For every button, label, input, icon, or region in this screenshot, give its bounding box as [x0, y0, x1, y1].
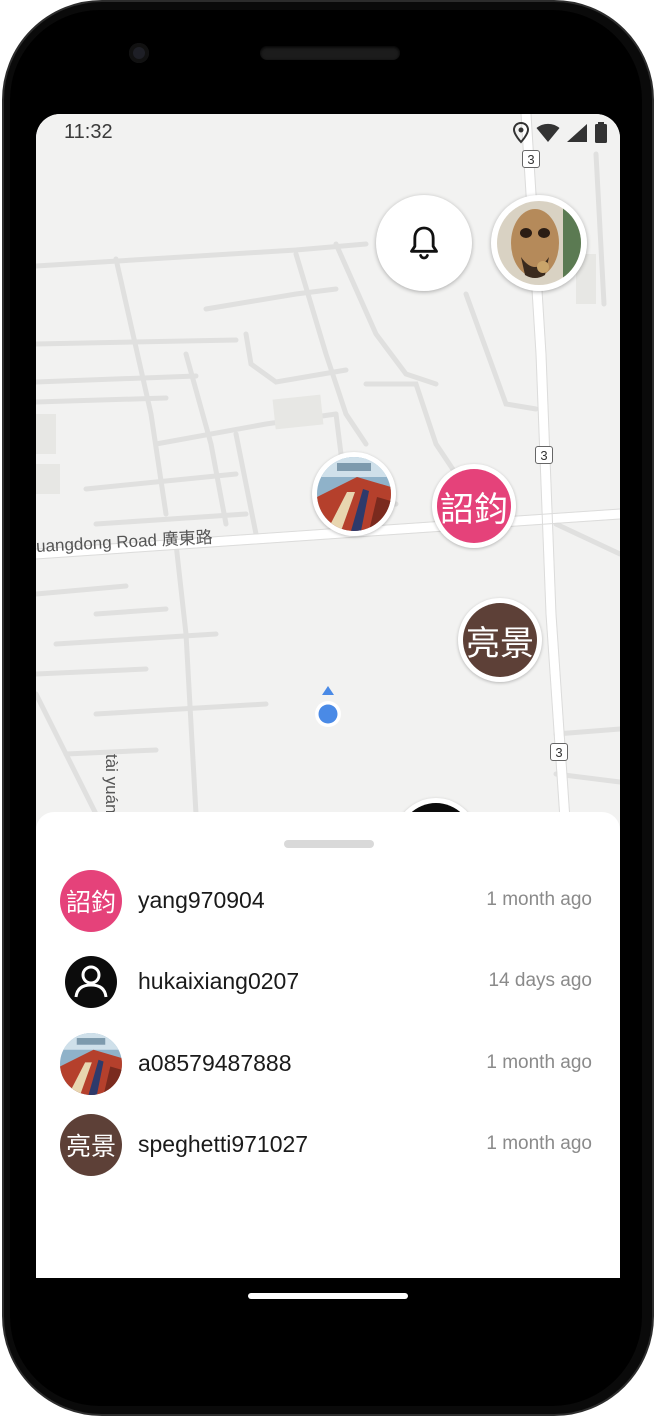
- route-shield: 3: [550, 743, 568, 761]
- map-marker-user[interactable]: 亮景: [458, 598, 542, 682]
- username: speghetti971027: [138, 1131, 309, 1157]
- profile-button[interactable]: [491, 195, 587, 291]
- route-shield: 3: [522, 150, 540, 168]
- map-marker-photo[interactable]: [312, 452, 396, 536]
- list-item[interactable]: hukaixiang0207 14 days ago: [36, 942, 620, 1022]
- avatar-text: 詔鈞: [437, 469, 511, 543]
- last-seen: 1 month ago: [486, 889, 592, 910]
- map-view[interactable]: uangdong Road 廣東路 tài yuán yī lù 3 3 3 詔…: [36, 114, 620, 882]
- photo-avatar: [60, 1033, 122, 1095]
- home-gesture-bar[interactable]: [248, 1293, 408, 1299]
- username: hukaixiang0207: [138, 968, 300, 994]
- front-camera: [129, 43, 149, 63]
- map-marker-user[interactable]: 詔鈞: [432, 464, 516, 548]
- my-location-icon: [315, 686, 341, 727]
- last-seen: 14 days ago: [488, 970, 592, 991]
- route-shield: 3: [535, 446, 553, 464]
- phone-frame: uangdong Road 廣東路 tài yuán yī lù 3 3 3 詔…: [0, 0, 656, 1418]
- screen: uangdong Road 廣東路 tài yuán yī lù 3 3 3 詔…: [36, 114, 620, 1278]
- bottom-sheet[interactable]: 詔鈞 yang970904 1 month ago hukaixiang0207…: [36, 812, 620, 1278]
- location-icon: [512, 122, 530, 144]
- person-icon: [65, 956, 117, 1008]
- last-seen: 1 month ago: [486, 1052, 592, 1073]
- notifications-button[interactable]: [376, 195, 472, 291]
- status-time: 11:32: [64, 121, 113, 143]
- avatar: [60, 951, 122, 1013]
- photo-avatar: [317, 457, 391, 531]
- status-bar: 11:32: [36, 114, 620, 150]
- battery-icon: [595, 122, 607, 143]
- wifi-icon: [536, 123, 560, 142]
- avatar-text: 亮景: [463, 603, 537, 677]
- avatar: 亮景: [60, 1114, 122, 1176]
- last-seen: 1 month ago: [486, 1133, 592, 1154]
- sheet-drag-handle[interactable]: [284, 840, 374, 848]
- cellular-signal-icon: [567, 124, 587, 142]
- list-item[interactable]: a08579487888 1 month ago: [36, 1024, 620, 1104]
- profile-avatar: [497, 201, 581, 285]
- username: yang970904: [138, 887, 265, 913]
- bell-icon: [410, 226, 438, 260]
- list-item[interactable]: 詔鈞 yang970904 1 month ago: [36, 861, 620, 941]
- username: a08579487888: [138, 1050, 292, 1076]
- avatar: 詔鈞: [60, 870, 122, 932]
- list-item[interactable]: 亮景 speghetti971027 1 month ago: [36, 1105, 620, 1185]
- status-icons: [512, 122, 608, 144]
- earpiece-speaker: [260, 46, 400, 60]
